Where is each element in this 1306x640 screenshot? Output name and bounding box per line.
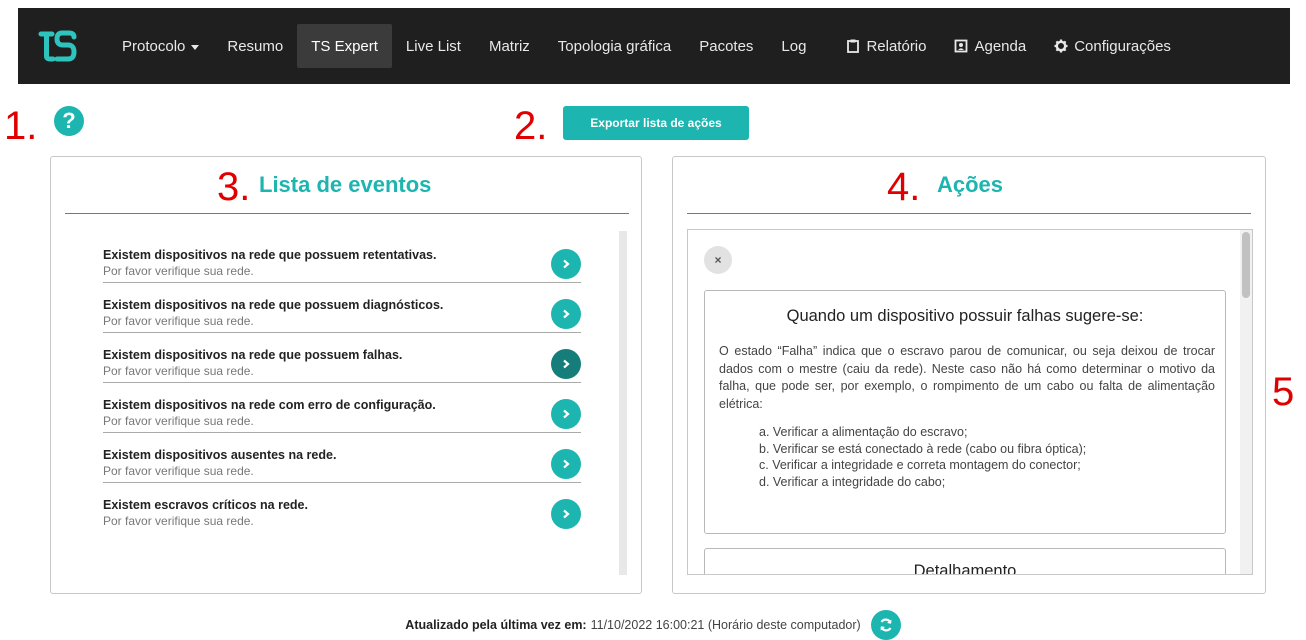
event-open-button[interactable]: [551, 499, 581, 529]
event-item: Existem dispositivos na rede que possuem…: [103, 233, 581, 283]
event-open-button[interactable]: [551, 449, 581, 479]
caret-down-icon: [191, 44, 200, 50]
nav-resumo[interactable]: Resumo: [213, 24, 297, 68]
actions-panel-title: Ações: [937, 172, 1004, 197]
detail-card: Detalhamento: [704, 548, 1226, 575]
event-item: Existem dispositivos na rede que possuem…: [103, 283, 581, 333]
refresh-icon: [880, 618, 892, 632]
chevron-right-icon: [563, 259, 570, 269]
nav-ts-expert[interactable]: TS Expert: [297, 24, 392, 68]
top-navbar: Protocolo Resumo TS Expert Live List Mat…: [18, 8, 1290, 84]
clipboard-icon: [847, 39, 860, 53]
chevron-right-icon: [563, 359, 570, 369]
chevron-right-icon: [563, 509, 570, 519]
nav-topologia-grafica[interactable]: Topologia gráfica: [544, 24, 685, 68]
marker-1: 1.: [4, 104, 38, 148]
close-button[interactable]: ×: [704, 246, 732, 274]
suggestion-card-title: Quando um dispositivo possuir falhas sug…: [786, 307, 1144, 325]
actions-scrollbar[interactable]: [1240, 230, 1252, 574]
event-open-button[interactable]: [551, 349, 581, 379]
nav-pacotes[interactable]: Pacotes: [685, 24, 767, 68]
event-item: Existem dispositivos na rede com erro de…: [103, 383, 581, 433]
nav-agenda[interactable]: Agenda: [940, 24, 1040, 68]
nav-configuracoes[interactable]: Configurações: [1040, 24, 1185, 68]
events-divider: [65, 213, 629, 214]
events-panel: 3. Lista de eventos Existem dispositivos…: [50, 156, 642, 594]
event-item: Existem dispositivos ausentes na rede. P…: [103, 433, 581, 483]
nav-relatorio[interactable]: Relatório: [832, 24, 940, 68]
gear-icon: [1054, 39, 1068, 53]
marker-2: 2.: [514, 104, 548, 148]
actions-scrollbar-thumb[interactable]: [1242, 232, 1250, 298]
refresh-button[interactable]: [870, 610, 901, 640]
list-item: c. Verificar a integridade e correta mon…: [759, 458, 1081, 472]
chevron-right-icon: [563, 309, 570, 319]
suggestion-card-body: O estado “Falha” indica que o escravo pa…: [719, 344, 1215, 411]
marker-3: 3.: [217, 165, 251, 209]
event-open-button[interactable]: [551, 299, 581, 329]
event-item: Existem escravos críticos na rede. Por f…: [103, 483, 581, 533]
actions-panel: 4. Ações × Quando um dispositivo possuir…: [672, 156, 1266, 594]
nav-matriz[interactable]: Matriz: [475, 24, 544, 68]
list-item: a. Verificar a alimentação do escravo;: [759, 425, 968, 439]
export-actions-button[interactable]: Exportar lista de ações: [563, 106, 749, 140]
nav-live-list[interactable]: Live List: [392, 24, 475, 68]
actions-frame: × Quando um dispositivo possuir falhas s…: [687, 229, 1253, 575]
list-item: d. Verificar a integridade do cabo;: [759, 474, 946, 489]
contact-book-icon: [955, 39, 968, 53]
nav-protocolo[interactable]: Protocolo: [108, 24, 213, 68]
suggestion-steps: a. Verificar a alimentação do escravo; b…: [759, 424, 1086, 490]
event-open-button[interactable]: [551, 399, 581, 429]
list-item: b. Verificar se está conectado à rede (c…: [759, 441, 1087, 456]
detail-card-title: Detalhamento: [913, 562, 1017, 575]
footer: Atualizado pela última vez em: 11/10/202…: [0, 610, 1306, 640]
event-list: Existem dispositivos na rede que possuem…: [103, 233, 581, 533]
actions-divider: [687, 213, 1251, 214]
ts-logo-icon[interactable]: [34, 22, 82, 70]
marker-5: 5: [1272, 370, 1295, 414]
event-item-selected: Existem dispositivos na rede que possuem…: [103, 333, 581, 383]
events-scrollbar[interactable]: [619, 231, 627, 575]
event-open-button[interactable]: [551, 249, 581, 279]
marker-4: 4.: [887, 165, 921, 209]
chevron-right-icon: [563, 459, 570, 469]
last-updated-value: 11/10/2022 16:00:21 (Horário deste compu…: [590, 618, 861, 632]
events-panel-title: Lista de eventos: [259, 172, 432, 197]
last-updated-label: Atualizado pela última vez em:: [405, 618, 587, 632]
chevron-right-icon: [563, 409, 570, 419]
help-icon[interactable]: ?: [54, 106, 84, 136]
suggestion-card: Quando um dispositivo possuir falhas sug…: [704, 290, 1226, 534]
nav-log[interactable]: Log: [767, 24, 820, 68]
